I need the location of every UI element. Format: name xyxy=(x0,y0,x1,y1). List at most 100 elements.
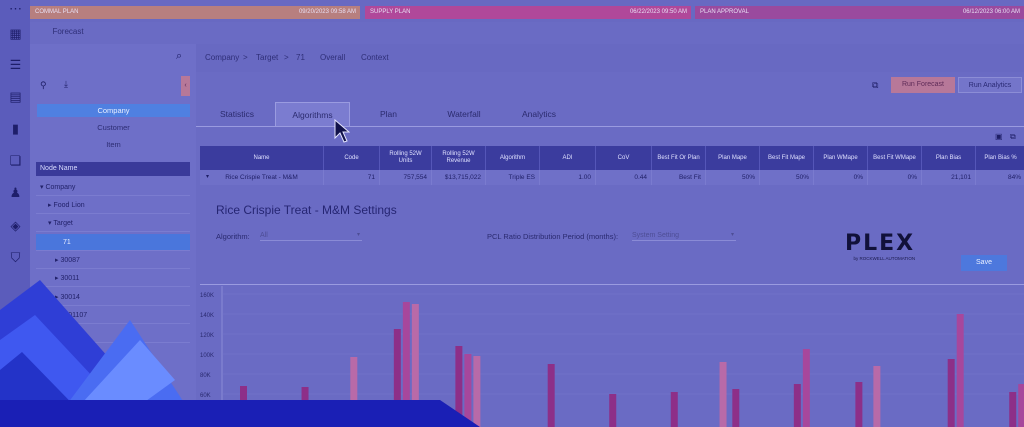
copy-icon[interactable]: ⧉ xyxy=(1010,132,1016,142)
table-cell: 21,101 xyxy=(922,170,976,185)
shield-icon[interactable]: ⛉ xyxy=(8,251,23,265)
tree-node-selected[interactable]: 71 xyxy=(36,234,190,251)
save-layout-icon[interactable]: ▣ xyxy=(995,132,1003,141)
status-segment-commal-plan[interactable]: COMMAL PLAN 09/20/2023 09:58 AM xyxy=(30,6,360,19)
mouse-cursor-icon xyxy=(334,119,350,143)
table-cell: 757,554 xyxy=(380,170,432,185)
algorithm-label: Algorithm: xyxy=(216,232,250,241)
status-label: SUPPLY PLAN xyxy=(370,9,411,15)
chart-bar xyxy=(547,364,555,427)
column-header[interactable]: Rolling 52W Units xyxy=(380,146,432,170)
download-icon[interactable]: ⤓ xyxy=(64,79,68,90)
copy-icon[interactable]: ⧉ xyxy=(872,80,878,91)
table-cell: 0% xyxy=(814,170,868,185)
column-header[interactable]: ADI xyxy=(540,146,596,170)
settings-title: Rice Crispie Treat - M&M Settings xyxy=(216,203,397,217)
dropdown-caret-icon: ▾ xyxy=(356,232,360,238)
bar-chart-icon[interactable]: ▮ xyxy=(8,122,23,136)
hierarchy-company-button[interactable]: Company xyxy=(37,104,190,117)
breadcrumb-target[interactable]: Target xyxy=(256,53,278,62)
status-date: 09/20/2023 09:58 AM xyxy=(298,9,356,15)
chart-bar xyxy=(719,362,727,427)
apps-grid-icon[interactable]: ⋯ xyxy=(8,2,23,16)
tree-node[interactable]: ▸ 30087 xyxy=(36,252,190,269)
table-cell: Triple ES xyxy=(486,170,540,185)
node-name-header: Node Name xyxy=(36,162,190,176)
run-analytics-button[interactable]: Run Analytics xyxy=(958,77,1022,93)
column-header[interactable]: Algorithm xyxy=(486,146,540,170)
column-header[interactable]: Name xyxy=(200,146,324,170)
column-header[interactable]: Plan WMape xyxy=(814,146,868,170)
context-button[interactable]: Context xyxy=(361,53,389,62)
table-cell: 50% xyxy=(706,170,760,185)
tree-node-label: Company xyxy=(45,184,76,191)
settings-panel: Rice Crispie Treat - M&M Settings Algori… xyxy=(200,190,1024,286)
column-header[interactable]: Plan Bias % xyxy=(976,146,1024,170)
chart-bar xyxy=(1018,384,1024,427)
algorithm-table: Name Rice Crispie Treat - M&M Code 71 Rollin… xyxy=(200,146,1024,188)
chart-bar xyxy=(873,366,881,427)
hierarchy-customer-button[interactable]: Customer xyxy=(37,121,190,134)
pcl-ratio-label: PCL Ratio Distribution Period (months): xyxy=(487,232,619,241)
status-date: 06/22/2023 09:50 AM xyxy=(629,9,687,15)
column-header[interactable]: Rolling 52W Revenue xyxy=(432,146,486,170)
dropdown-caret-icon: ▾ xyxy=(730,232,734,238)
hierarchy-item-button[interactable]: Item xyxy=(37,138,190,151)
breadcrumb-company[interactable]: Company xyxy=(205,53,239,62)
column-header[interactable]: Best Fit Mape xyxy=(760,146,814,170)
tab-plan[interactable]: Plan xyxy=(351,102,426,126)
tree-node[interactable]: ▸ Food Lion xyxy=(36,197,190,214)
status-segment-plan-approval[interactable]: PLAN APPROVAL 06/12/2023 06:00 AM xyxy=(695,6,1024,19)
forecast-tab[interactable]: Forecast xyxy=(40,24,96,40)
dashboard-icon[interactable]: ▤ xyxy=(8,90,23,104)
status-label: COMMAL PLAN xyxy=(35,9,79,15)
collapse-panel-icon[interactable]: ‹ xyxy=(181,76,190,96)
table-cell: 0.44 xyxy=(596,170,652,185)
run-forecast-button[interactable]: Run Forecast xyxy=(891,77,955,93)
plex-logo: PLEX by ROCKWELL AUTOMATION xyxy=(845,231,916,262)
table-cell: 84% xyxy=(976,170,1024,185)
status-segment-supply-plan[interactable]: SUPPLY PLAN 06/22/2023 09:50 AM xyxy=(365,6,691,19)
hierarchy-icon[interactable]: ⚲ xyxy=(40,80,47,91)
column-header[interactable]: CoV xyxy=(596,146,652,170)
column-header[interactable]: Plan Mape xyxy=(706,146,760,170)
row-expand-icon[interactable]: ▾ xyxy=(206,173,209,180)
algorithm-select[interactable]: All ▾ xyxy=(260,230,362,241)
decorative-banner-corner xyxy=(0,280,480,427)
table-cell: 71 xyxy=(324,170,380,185)
table-cell: 0% xyxy=(868,170,922,185)
users-icon[interactable]: ♟ xyxy=(8,186,23,200)
pcl-ratio-value: System Setting xyxy=(632,232,680,239)
column-header[interactable]: Code xyxy=(324,146,380,170)
table-cell: 50% xyxy=(760,170,814,185)
save-button[interactable]: Save xyxy=(961,255,1007,271)
column-header[interactable]: Plan Bias xyxy=(922,146,976,170)
column-header[interactable]: Best Fit WMape xyxy=(868,146,922,170)
table-cell: Best Fit xyxy=(652,170,706,185)
chart-bar xyxy=(1009,392,1017,427)
tree-node-label: 71 xyxy=(63,239,71,246)
chart-bar xyxy=(793,384,801,427)
tree-node[interactable]: ▾ Company xyxy=(36,179,190,196)
calendar-icon[interactable]: ▦ xyxy=(8,27,23,41)
algorithm-value: All xyxy=(260,232,268,239)
column-header[interactable]: Best Fit Or Plan xyxy=(652,146,706,170)
breadcrumb-separator: > xyxy=(284,53,289,62)
table-cell: 1.00 xyxy=(540,170,596,185)
overall-button[interactable]: Overall xyxy=(320,53,345,62)
plex-wordmark: PLEX xyxy=(845,231,916,256)
search-icon[interactable]: ⌕ xyxy=(176,50,182,63)
tags-icon[interactable]: ◈ xyxy=(8,219,23,233)
tab-waterfall[interactable]: Waterfall xyxy=(427,102,501,126)
checklist-icon[interactable]: ☰ xyxy=(8,58,23,72)
tree-node[interactable]: ▾ Target xyxy=(36,215,190,232)
tab-statistics[interactable]: Statistics xyxy=(200,102,274,126)
tab-analytics[interactable]: Analytics xyxy=(502,102,576,126)
tree-node-label: Food Lion xyxy=(53,202,85,209)
breadcrumb-71[interactable]: 71 xyxy=(296,53,305,62)
pcl-ratio-select[interactable]: System Setting ▾ xyxy=(632,230,736,241)
status-label: PLAN APPROVAL xyxy=(700,9,749,15)
documents-icon[interactable]: ❏ xyxy=(8,154,23,168)
chart-bar xyxy=(609,394,617,427)
breadcrumb: Company > Target > 71 Overall Context xyxy=(196,44,1024,72)
